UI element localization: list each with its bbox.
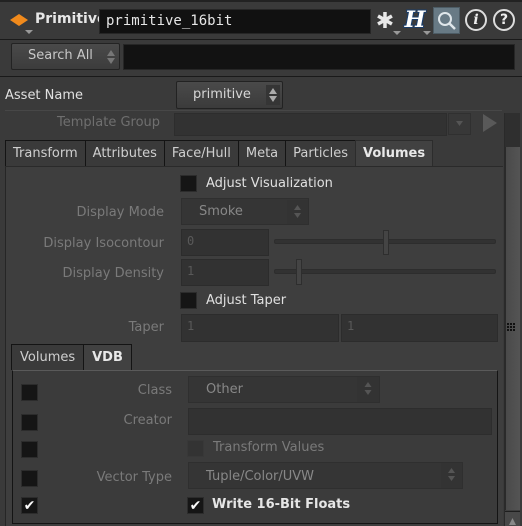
node-type-diamond-icon[interactable] <box>10 14 28 26</box>
subtab-volumes[interactable]: Volumes <box>11 344 85 370</box>
vector-type-label: Vector Type <box>96 470 172 485</box>
select-arrow-icon[interactable] <box>483 114 497 132</box>
write-16bit-label: Write 16-Bit Floats <box>212 497 351 512</box>
adjust-taper-label: Adjust Taper <box>206 293 287 308</box>
creator-field[interactable] <box>188 408 492 435</box>
vector-type-enable-checkbox[interactable] <box>21 470 38 487</box>
node-menu-caret-icon[interactable] <box>25 30 33 34</box>
tab-volumes[interactable]: Volumes <box>354 140 434 166</box>
taper-y-field[interactable]: 1 <box>341 314 498 342</box>
display-mode-value: Smoke <box>199 204 243 219</box>
tab-transform[interactable]: Transform <box>5 140 86 166</box>
display-density-field[interactable]: 1 <box>181 259 269 286</box>
creator-enable-checkbox[interactable] <box>21 414 38 431</box>
main-tabs: Transform Attributes Face/Hull Meta Part… <box>5 140 434 166</box>
search-input[interactable] <box>123 44 515 70</box>
scroll-up-button[interactable] <box>505 511 520 526</box>
transform-values-checkbox[interactable] <box>187 440 204 457</box>
template-group-dropdown-button[interactable] <box>448 113 471 135</box>
class-enable-checkbox[interactable] <box>21 384 38 401</box>
up-down-arrows-icon <box>441 463 462 488</box>
search-icon[interactable] <box>433 7 460 34</box>
tab-meta[interactable]: Meta <box>237 140 287 166</box>
checkmark-icon: ✔ <box>189 497 202 514</box>
checkmark-icon: ✔ <box>23 497 36 514</box>
up-down-arrows-icon <box>266 85 280 105</box>
adjust-visualization-label: Adjust Visualization <box>206 176 333 191</box>
help-icon[interactable]: ? <box>493 9 515 31</box>
display-isocontour-label: Display Isocontour <box>43 236 164 251</box>
search-scope-label: Search All <box>28 48 93 63</box>
display-density-slider-handle[interactable] <box>296 259 303 285</box>
divider <box>5 110 502 111</box>
display-density-slider[interactable] <box>274 269 496 274</box>
write-16bit-checkbox[interactable]: ✔ <box>187 497 204 514</box>
vector-type-value: Tuple/Color/UVW <box>206 469 315 484</box>
creator-label: Creator <box>123 413 173 428</box>
houdini-h-icon[interactable]: H <box>403 7 427 33</box>
asset-name-value: primitive <box>193 87 251 102</box>
gear-icon[interactable]: ✱ <box>373 9 397 34</box>
node-name-field[interactable]: primitive_16bit <box>99 9 371 34</box>
info-icon[interactable]: i <box>465 9 487 31</box>
template-group-label: Template Group <box>57 115 161 130</box>
transform-values-enable-checkbox[interactable] <box>21 441 38 458</box>
display-density-label: Display Density <box>62 266 164 281</box>
up-down-arrows-icon <box>357 377 379 402</box>
write-16bit-enable-checkbox[interactable]: ✔ <box>21 497 38 514</box>
gear-menu-caret-icon <box>393 31 401 35</box>
class-label: Class <box>137 383 172 398</box>
subtab-vdb[interactable]: VDB <box>83 344 132 370</box>
template-group-field[interactable] <box>174 113 447 136</box>
display-mode-label: Display Mode <box>76 205 164 220</box>
display-isocontour-field[interactable]: 0 <box>181 229 269 256</box>
grip-icon <box>507 323 517 333</box>
volume-subtabs: Volumes VDB <box>11 344 132 370</box>
h-menu-caret-icon <box>423 31 431 35</box>
adjust-visualization-checkbox[interactable] <box>180 175 197 192</box>
up-down-arrows-icon <box>287 200 308 224</box>
scrollbar-track-top[interactable] <box>505 113 520 147</box>
tab-face-hull[interactable]: Face/Hull <box>163 140 239 166</box>
adjust-taper-checkbox[interactable] <box>180 292 197 309</box>
tab-attributes[interactable]: Attributes <box>84 140 165 166</box>
tab-particles[interactable]: Particles <box>285 140 356 166</box>
class-value: Other <box>206 382 243 397</box>
transform-values-label: Transform Values <box>213 440 325 455</box>
display-isocontour-slider-handle[interactable] <box>382 230 389 255</box>
up-down-arrows-icon <box>104 47 118 67</box>
node-type-label: Primitive <box>35 11 107 27</box>
taper-x-field[interactable]: 1 <box>181 314 339 342</box>
taper-label: Taper <box>128 320 164 335</box>
asset-name-label: Asset Name <box>5 88 84 103</box>
